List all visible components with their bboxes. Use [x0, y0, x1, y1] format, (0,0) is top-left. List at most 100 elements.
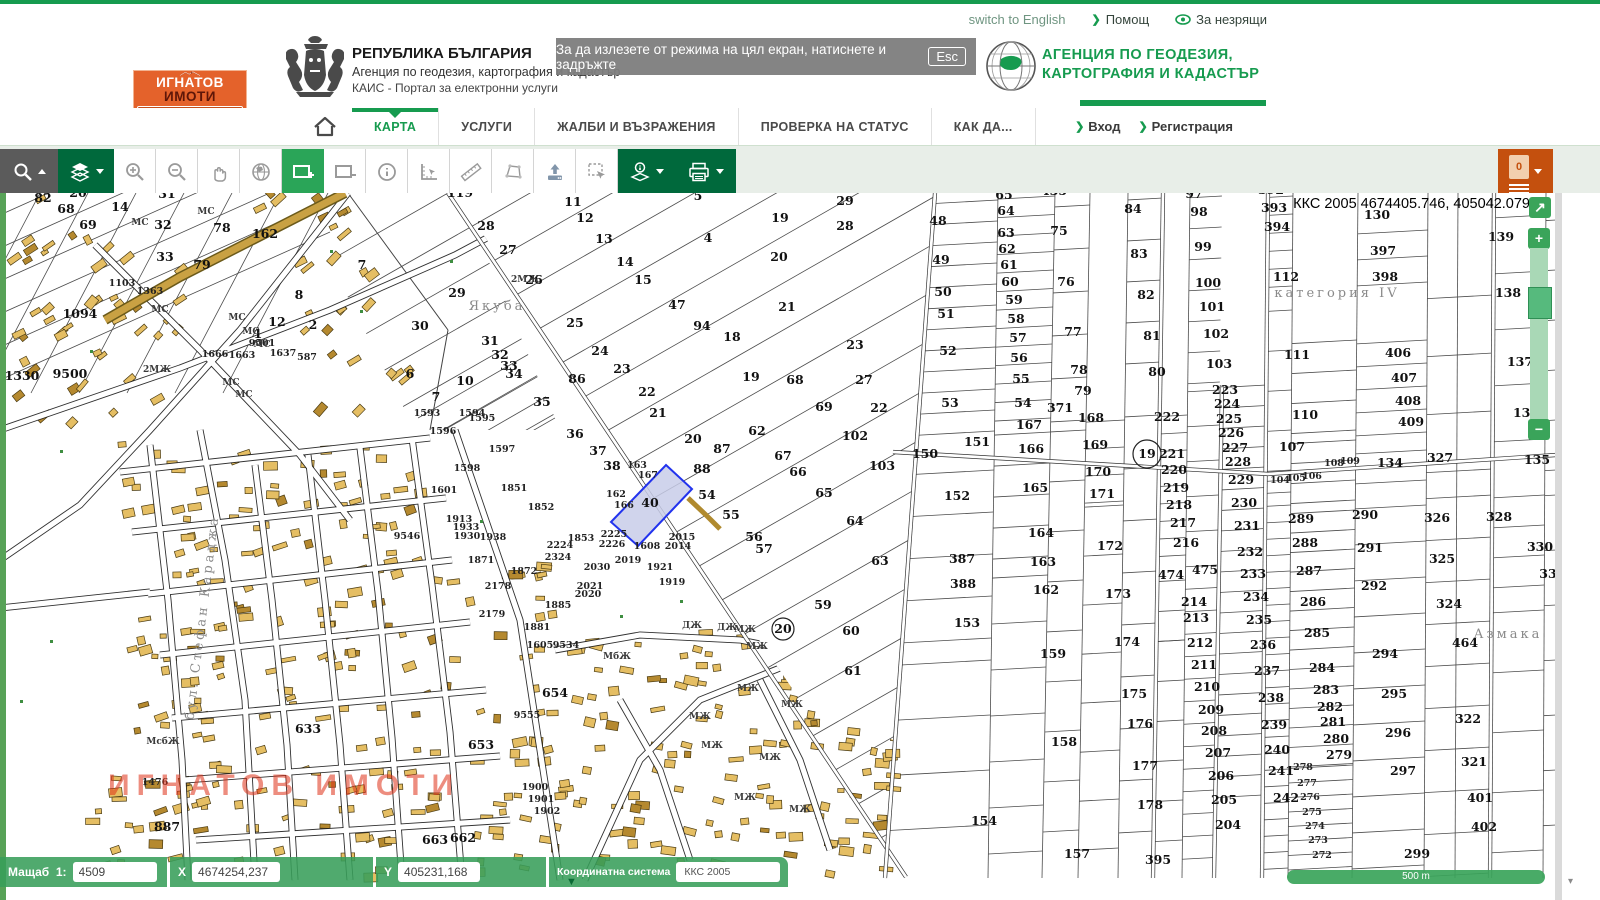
svg-text:283: 283 — [1313, 682, 1339, 697]
y-coordinate-input[interactable] — [398, 862, 480, 882]
svg-text:1881: 1881 — [524, 622, 550, 633]
crs-select-chevron-icon[interactable]: ▼ — [566, 876, 577, 888]
svg-text:398: 398 — [1372, 269, 1398, 284]
map-scrollbar[interactable] — [1555, 193, 1562, 900]
svg-text:1363: 1363 — [137, 286, 163, 297]
register-link[interactable]: ❯Регистрация — [1138, 119, 1233, 134]
map-zoom-out-button[interactable]: − — [1528, 419, 1550, 440]
svg-text:240: 240 — [1264, 742, 1290, 757]
login-link[interactable]: ❯Вход — [1075, 119, 1120, 134]
svg-text:9555: 9555 — [514, 710, 540, 721]
zoom-rect-out-button[interactable] — [324, 149, 366, 194]
svg-text:1919: 1919 — [659, 577, 686, 588]
bulgaria-coat-of-arms — [286, 36, 344, 98]
tab-proverka[interactable]: ПРОВЕРКА НА СТАТУС — [739, 108, 932, 145]
svg-text:МС: МС — [131, 218, 148, 228]
orders-cart-button[interactable]: 0 — [1498, 149, 1553, 194]
svg-text:1637: 1637 — [270, 348, 296, 359]
print-button[interactable] — [674, 149, 736, 194]
svg-text:408: 408 — [1395, 393, 1421, 408]
svg-text:177: 177 — [1132, 758, 1158, 773]
search-button[interactable] — [0, 149, 58, 194]
svg-text:2: 2 — [309, 317, 318, 332]
svg-text:234: 234 — [1243, 589, 1269, 604]
svg-text:286: 286 — [1300, 594, 1326, 609]
svg-text:58: 58 — [1007, 311, 1025, 326]
svg-text:56: 56 — [1010, 350, 1028, 365]
svg-text:МЖ: МЖ — [789, 805, 811, 815]
caret-down-icon — [1534, 169, 1542, 178]
tab-karta[interactable]: КАРТА — [352, 108, 439, 145]
svg-text:135: 135 — [1524, 452, 1550, 467]
svg-text:МС: МС — [197, 207, 214, 217]
svg-text:295: 295 — [1381, 686, 1407, 701]
svg-text:111: 111 — [1284, 347, 1310, 362]
svg-text:169: 169 — [1082, 437, 1108, 452]
identify-layers-button[interactable] — [618, 149, 674, 194]
caret-down-icon — [716, 169, 724, 178]
polygon-icon — [502, 161, 524, 183]
info-button[interactable] — [366, 149, 408, 194]
zoom-out-button[interactable] — [156, 149, 198, 194]
svg-text:217: 217 — [1170, 515, 1196, 530]
globe-button[interactable] — [240, 149, 282, 194]
svg-text:221: 221 — [1159, 446, 1185, 461]
svg-text:299: 299 — [1404, 846, 1430, 861]
switch-language-link[interactable]: switch to English — [969, 12, 1066, 27]
layers-button[interactable] — [58, 149, 114, 194]
help-link[interactable]: ❯Помощ — [1091, 12, 1149, 27]
svg-text:394: 394 — [1264, 219, 1290, 234]
svg-text:2020: 2020 — [575, 589, 602, 600]
svg-text:Якуба: Якуба — [469, 299, 526, 314]
svg-text:19: 19 — [742, 369, 759, 384]
map-zoom-in-button[interactable]: + — [1528, 228, 1550, 249]
svg-text:32: 32 — [154, 217, 171, 232]
svg-text:239: 239 — [1261, 717, 1287, 732]
svg-text:11: 11 — [564, 194, 581, 209]
svg-text:392: 392 — [1258, 193, 1284, 197]
fullscreen-toggle-button[interactable]: ↗ — [1529, 197, 1551, 218]
measure-coords-button[interactable] — [408, 149, 450, 194]
svg-text:106: 106 — [1302, 471, 1322, 482]
x-coordinate-input[interactable] — [192, 862, 280, 882]
svg-text:49: 49 — [932, 252, 949, 267]
svg-text:237: 237 — [1254, 663, 1280, 678]
svg-text:12: 12 — [576, 210, 593, 225]
zoom-slider-handle[interactable] — [1528, 287, 1552, 319]
svg-text:406: 406 — [1385, 345, 1411, 360]
pan-button[interactable] — [198, 149, 240, 194]
svg-text:1930: 1930 — [454, 531, 481, 542]
svg-text:139: 139 — [1488, 229, 1514, 244]
tab-zhalbi[interactable]: ЖАЛБИ И ВЪЗРАЖЕНИЯ — [535, 108, 739, 145]
upload-button[interactable] — [534, 149, 576, 194]
svg-text:279: 279 — [1326, 747, 1352, 762]
svg-text:162: 162 — [1033, 582, 1059, 597]
scale-input[interactable] — [73, 862, 157, 882]
svg-text:327: 327 — [1427, 450, 1453, 465]
accessibility-link[interactable]: За незрящи — [1175, 12, 1267, 27]
svg-text:325: 325 — [1429, 551, 1455, 566]
tab-uslugi[interactable]: УСЛУГИ — [439, 108, 535, 145]
svg-text:154: 154 — [971, 813, 997, 828]
green-underline — [1080, 100, 1266, 106]
svg-text:84: 84 — [1124, 201, 1142, 216]
svg-text:94: 94 — [693, 318, 711, 333]
crs-select[interactable]: ККС 2005 — [676, 862, 780, 882]
measure-distance-button[interactable] — [450, 149, 492, 194]
zoom-in-button[interactable] — [114, 149, 156, 194]
svg-text:88: 88 — [693, 461, 711, 476]
svg-text:64: 64 — [846, 513, 864, 528]
zoom-slider-track[interactable] — [1530, 248, 1548, 420]
svg-text:55: 55 — [722, 507, 739, 522]
measure-area-button[interactable] — [492, 149, 534, 194]
scroll-arrow-icon[interactable]: ▾ — [1568, 876, 1573, 887]
tab-kak-da[interactable]: КАК ДА... — [932, 108, 1036, 145]
svg-text:287: 287 — [1296, 563, 1322, 578]
svg-text:176: 176 — [1127, 716, 1153, 731]
home-button[interactable] — [298, 108, 352, 145]
svg-text:1921: 1921 — [647, 562, 673, 573]
svg-text:1666: 1666 — [202, 349, 229, 360]
page-header: РЕПУБЛИКА БЪЛГАРИЯ Агенция по геодезия, … — [0, 35, 1600, 108]
zoom-rect-in-button[interactable] — [282, 149, 324, 194]
select-marquee-button[interactable] — [576, 149, 618, 194]
